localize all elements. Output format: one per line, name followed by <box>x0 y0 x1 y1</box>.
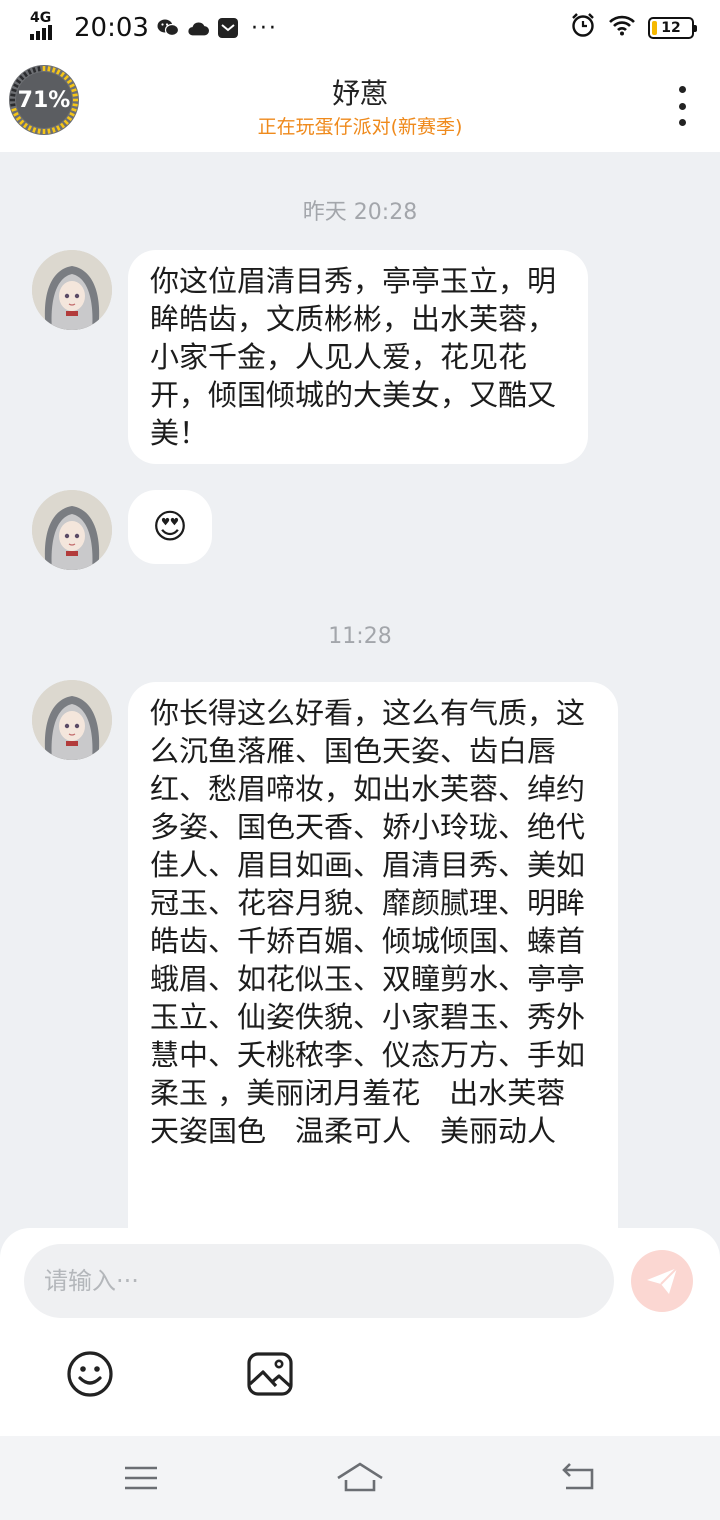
status-left: 4G 20:03 ··· <box>30 10 278 43</box>
home-icon <box>337 1462 383 1492</box>
alarm-icon <box>570 12 596 45</box>
signal-icon: 4G <box>30 10 60 42</box>
input-panel <box>0 1228 720 1436</box>
avatar[interactable] <box>32 250 112 330</box>
emoji-message-bubble[interactable]: 😍 <box>128 490 212 564</box>
more-options-button[interactable] <box>674 86 690 126</box>
message-bubble[interactable]: 你长得这么好看，这么有气质，这么沉鱼落雁、国色天姿、齿白唇红、愁眉啼妆，如出水芙… <box>128 682 618 1230</box>
contact-status: 正在玩蛋仔派对(新赛季) <box>257 116 463 138</box>
menu-icon <box>125 1466 157 1490</box>
message-bubble[interactable]: 你这位眉清目秀，亭亭玉立，明眸皓齿，文质彬彬，出水芙蓉，小家千金，人见人爱，花见… <box>128 250 588 464</box>
clock: 20:03 <box>74 13 149 43</box>
battery-fill <box>652 21 657 35</box>
more-dot-icon <box>678 119 686 126</box>
menu-button[interactable] <box>121 1460 161 1496</box>
avatar[interactable] <box>32 680 112 760</box>
avatar-image <box>32 250 112 330</box>
mail-icon <box>217 17 239 39</box>
network-type: 4G <box>30 10 52 26</box>
home-button[interactable] <box>336 1460 384 1496</box>
avatar-image <box>32 490 112 570</box>
battery-level: 12 <box>661 20 681 36</box>
emoji-button[interactable] <box>66 1350 116 1400</box>
smiley-icon <box>67 1351 113 1397</box>
chat-header: 71% 妤蒽 正在玩蛋仔派对(新赛季) <box>0 56 720 152</box>
more-notifications-indicator: ··· <box>250 15 278 41</box>
wechat-icon <box>157 17 179 39</box>
cloud-icon <box>187 17 209 39</box>
send-button[interactable] <box>631 1250 693 1312</box>
contact-name: 妤蒽 <box>331 77 388 110</box>
image-button[interactable] <box>246 1350 296 1400</box>
chat-messages[interactable]: 昨天 20:28 你这位眉清目秀，亭亭玉立，明眸皓齿，文质彬彬，出水芙蓉，小家千… <box>0 152 720 1230</box>
status-right: 12 <box>570 12 697 45</box>
more-dot-icon <box>678 102 686 110</box>
battery-icon: 12 <box>648 17 697 39</box>
system-nav-bar <box>0 1436 720 1520</box>
back-icon <box>562 1463 594 1490</box>
timestamp: 昨天 20:28 <box>302 200 418 225</box>
message-input[interactable] <box>24 1244 614 1318</box>
avatar-image <box>32 680 112 760</box>
more-dot-icon <box>678 86 686 93</box>
image-icon <box>247 1352 293 1396</box>
status-bar: 4G 20:03 ··· 12 <box>0 0 720 56</box>
wifi-icon <box>608 13 636 43</box>
back-button[interactable] <box>558 1460 598 1496</box>
timestamp: 11:28 <box>328 624 392 649</box>
avatar[interactable] <box>32 490 112 570</box>
send-icon <box>647 1267 678 1294</box>
